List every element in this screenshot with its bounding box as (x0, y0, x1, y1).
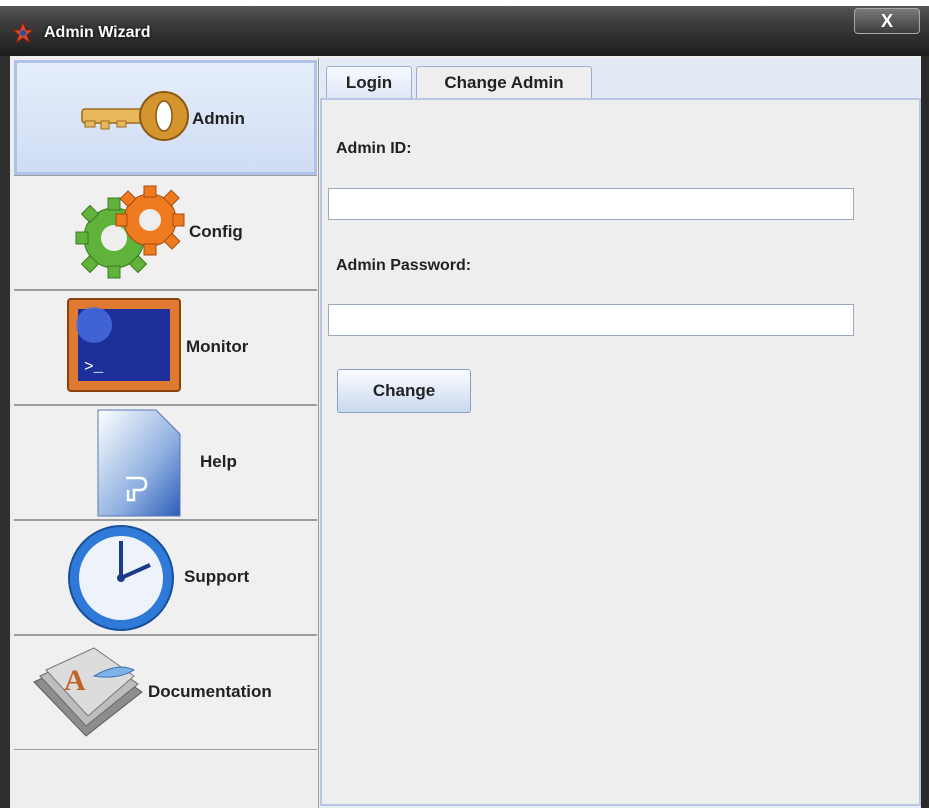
window-right-border (921, 56, 929, 808)
admin-id-label: Admin ID: (336, 140, 412, 157)
java-app-icon (12, 21, 34, 45)
gears-icon (75, 185, 185, 279)
change-admin-panel: Admin ID: Admin Password: Change (320, 98, 921, 806)
close-button[interactable]: X (854, 8, 920, 34)
sidebar-item-label: Monitor (186, 337, 249, 356)
title-bar[interactable]: Admin Wizard X (0, 0, 929, 56)
help-document-icon (97, 409, 181, 517)
top-edge (0, 0, 929, 6)
tab-change-admin[interactable]: Change Admin (416, 66, 592, 100)
main-content: Login Change Admin Admin ID: Admin Passw… (320, 58, 921, 808)
window-title: Admin Wizard (44, 24, 151, 41)
clock-icon (68, 525, 174, 631)
admin-password-label: Admin Password: (336, 257, 472, 274)
svg-text:A: A (64, 664, 86, 697)
sidebar-item-label: Admin (192, 109, 245, 128)
sidebar-item-label: Config (189, 222, 243, 241)
tab-login[interactable]: Login (326, 66, 412, 100)
sidebar-item-label: Support (184, 567, 250, 586)
admin-password-field[interactable] (328, 304, 854, 336)
tab-strip: Login Change Admin (320, 58, 921, 100)
documents-icon: A (33, 647, 143, 737)
monitor-icon: >_ (67, 298, 181, 392)
sidebar-item-documentation[interactable]: A Documentation (14, 635, 317, 750)
sidebar-item-support[interactable]: Support (14, 520, 317, 635)
sidebar: Admin Config >_ Monitor Help Support A D… (14, 58, 319, 808)
sidebar-item-help[interactable]: Help (14, 405, 317, 520)
sidebar-item-label: Help (200, 452, 237, 471)
svg-text:>_: >_ (84, 358, 104, 376)
sidebar-item-admin[interactable]: Admin (14, 60, 317, 175)
sidebar-item-label: Documentation (148, 682, 272, 701)
admin-id-field[interactable] (328, 188, 854, 220)
sidebar-item-config[interactable]: Config (14, 175, 317, 290)
change-button[interactable]: Change (337, 369, 471, 413)
sidebar-item-monitor[interactable]: >_ Monitor (14, 290, 317, 405)
key-icon (81, 91, 189, 141)
admin-wizard-window: Admin Wizard X Admin Config >_ Monitor H… (0, 0, 929, 808)
